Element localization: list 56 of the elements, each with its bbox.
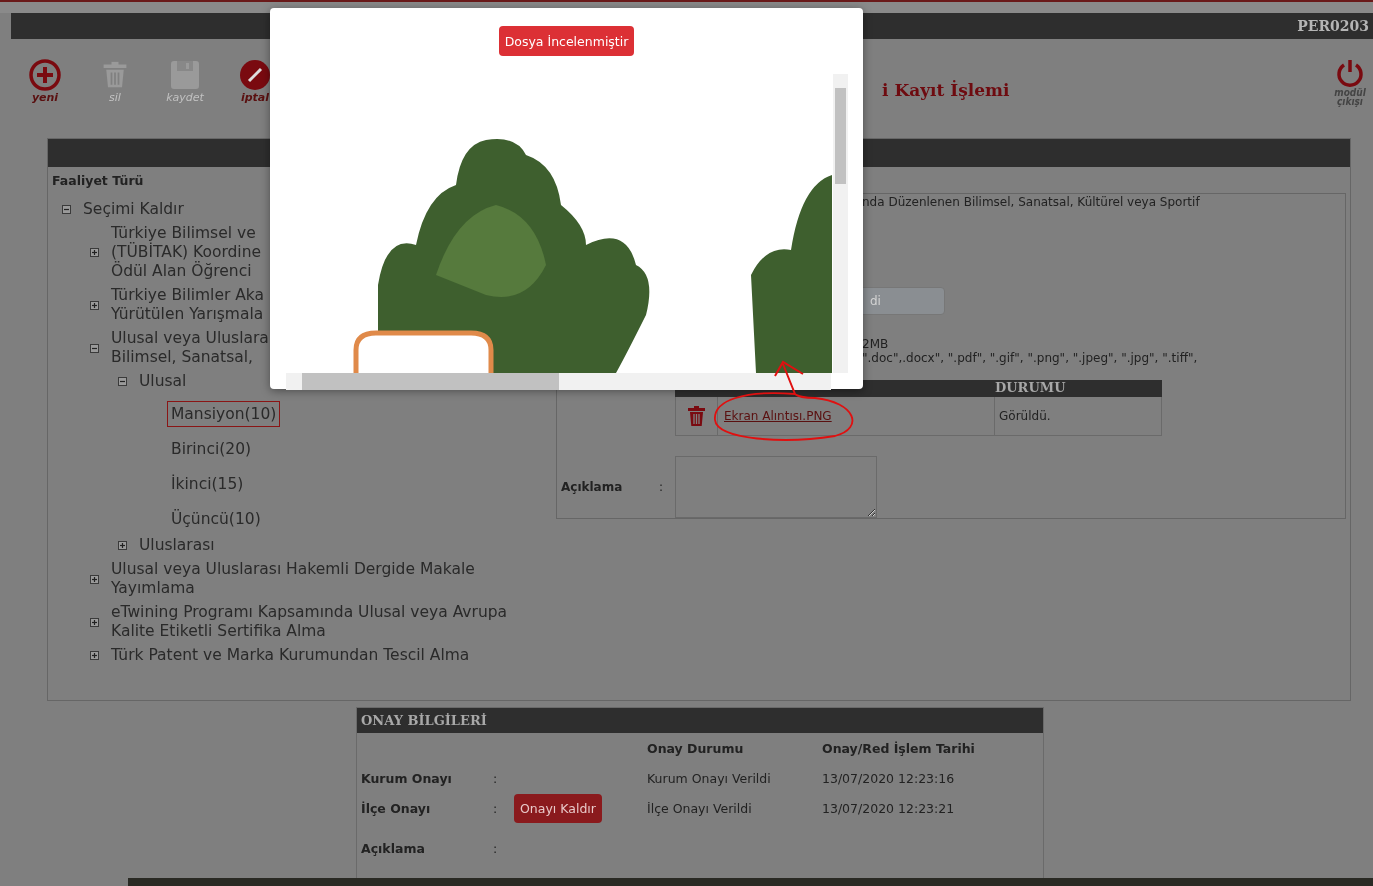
expand-icon[interactable]: [90, 651, 99, 660]
activity-description: nda Düzenlenen Bilimsel, Sanatsal, Kültürel veya Sportif: [862, 195, 1201, 209]
column-header: Onay/Red İşlem Tarihi: [822, 739, 976, 758]
toolbar-button[interactable]: iptal: [230, 59, 280, 104]
expand-icon[interactable]: [118, 541, 127, 550]
horizontal-scrollbar[interactable]: [286, 373, 831, 390]
tree-leaf-item[interactable]: Mansiyon(10): [167, 400, 281, 427]
field-label: Faaliyet Türü: [52, 173, 145, 188]
tree-item[interactable]: Ulusal veya Uluslarası Hakemli Dergide Makale Yayımlama: [111, 560, 475, 598]
approval-date: 13/07/2020 12:23:21: [822, 799, 956, 818]
trash-icon[interactable]: [687, 406, 706, 426]
section-title: ONAY BİLGİLERİ: [357, 708, 1043, 733]
expand-icon[interactable]: [90, 574, 99, 584]
approval-status: İlçe Onayı Verildi: [647, 799, 753, 818]
tree-item[interactable]: Türkiye Bilimler Aka Yürütülen Yarışmala: [111, 286, 265, 324]
collapse-icon[interactable]: [90, 343, 99, 353]
colon: :: [493, 839, 499, 858]
remove-approval-button[interactable]: Onayı Kaldır: [514, 793, 602, 823]
field-label: İlçe Onayı: [361, 799, 432, 818]
table-cell-text: Görüldü.: [998, 409, 1051, 423]
tree-item[interactable]: Seçimi Kaldır: [83, 200, 184, 219]
module-exit-button[interactable]: modül çıkışı: [1327, 57, 1373, 106]
plus-circle-icon: [29, 59, 61, 91]
tree-item[interactable]: Türkiye Bilimsel ve (TÜBİTAK) Koordine Ödül Alan Öğrenci: [111, 224, 262, 281]
toolbar-button[interactable]: yeni: [20, 59, 70, 104]
tree-item[interactable]: Ulusal veya Uluslara Bilimsel, Sanatsal,: [111, 329, 269, 367]
extensions-note: ".doc",.docx", ".pdf", ".gif", ".png", ".jpeg", ".jpg", ".tiff",: [862, 351, 1199, 365]
colon: :: [659, 480, 665, 494]
vertical-scrollbar[interactable]: [833, 74, 848, 373]
colon: :: [493, 799, 499, 818]
file-reviewed-button[interactable]: Dosya İncelenmiştir: [498, 26, 635, 56]
size-note: 2MB: [862, 337, 890, 351]
field-label: Kurum Onayı: [361, 769, 453, 788]
field-label: Açıklama: [361, 839, 426, 858]
collapse-icon[interactable]: [62, 205, 71, 214]
expand-icon[interactable]: [90, 248, 99, 257]
approval-date: 13/07/2020 12:23:16: [822, 769, 956, 788]
tree-item[interactable]: eTwining Programı Kapsamında Ulusal veya Avrupa Kalite Etiketli Sertifika Alma: [111, 603, 508, 641]
column-header: Onay Durumu: [647, 739, 745, 758]
tree-leaf-item[interactable]: Birinci(20): [167, 435, 256, 462]
tree-leaf-item[interactable]: İkinci(15): [167, 470, 248, 497]
tree-item[interactable]: Türk Patent ve Marka Kurumundan Tescil Alma: [111, 646, 470, 665]
collapse-icon[interactable]: [118, 377, 127, 386]
column-header: DURUMU: [995, 380, 1066, 397]
power-icon: [1335, 57, 1365, 88]
tree-item[interactable]: Ulusal: [139, 372, 187, 391]
tree-leaf-item[interactable]: Üçüncü(10): [167, 505, 265, 532]
approval-status: Kurum Onayı Verildi: [647, 769, 772, 788]
field-label: Açıklama: [560, 480, 624, 494]
pencil-circle-icon: [239, 59, 271, 91]
module-code: PER0203: [1297, 18, 1370, 34]
colon: :: [493, 769, 499, 788]
page-title: i Kayıt İşlemi: [882, 79, 1010, 100]
expand-icon[interactable]: [90, 300, 99, 310]
expand-icon[interactable]: [90, 617, 99, 627]
tree-item[interactable]: Uluslarası: [139, 536, 215, 555]
